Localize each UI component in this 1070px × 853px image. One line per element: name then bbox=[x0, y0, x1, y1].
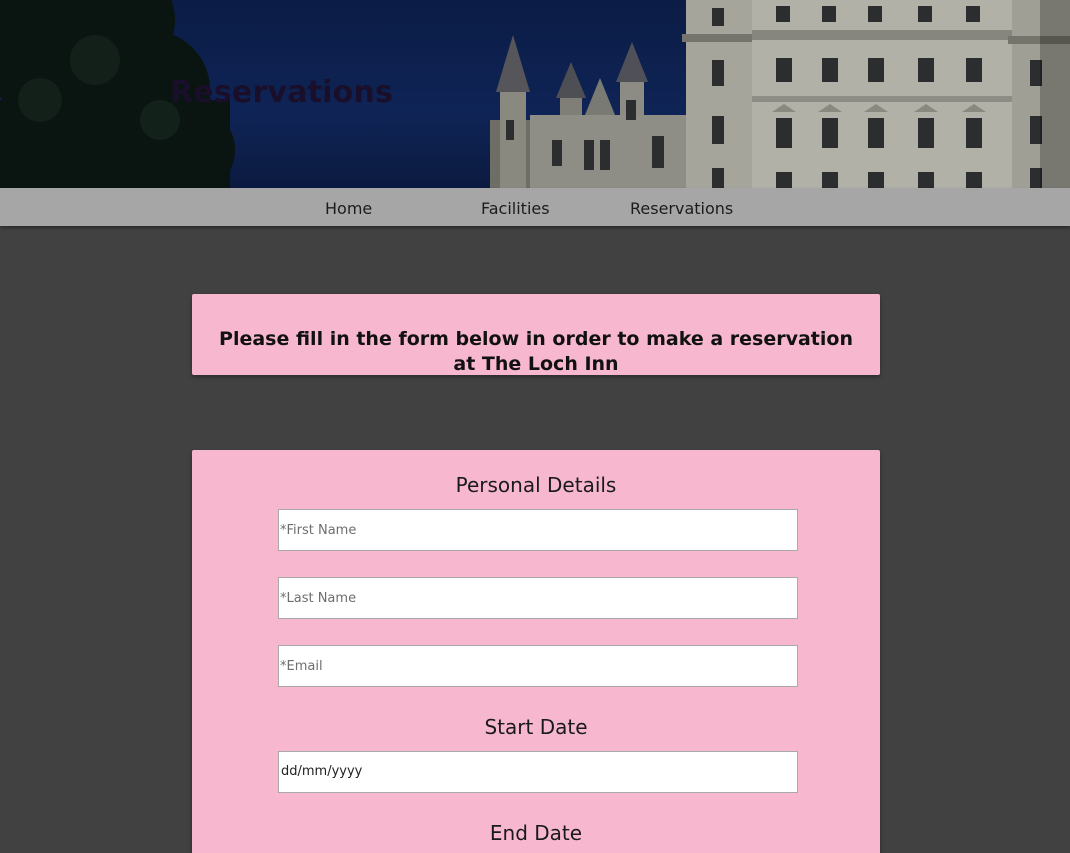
notice-text: Please fill in the form below in order t… bbox=[219, 328, 853, 375]
start-date-input[interactable]: dd/mm/yyyy bbox=[278, 751, 798, 793]
castle-photo bbox=[0, 0, 1070, 188]
nav-item-reservations[interactable]: Reservations bbox=[630, 188, 733, 226]
nav-bar: Home Facilities Reservations bbox=[0, 188, 1070, 226]
nav-item-facilities[interactable]: Facilities bbox=[481, 188, 550, 226]
header-banner: Reservations bbox=[0, 0, 1070, 188]
personal-details-heading: Personal Details bbox=[455, 473, 617, 497]
page-title: Reservations bbox=[170, 75, 394, 110]
page: Reservations Home Facilities Reservation… bbox=[0, 0, 1070, 853]
last-name-input[interactable] bbox=[278, 577, 798, 619]
nav-item-home[interactable]: Home bbox=[325, 188, 372, 226]
first-name-input[interactable] bbox=[278, 509, 798, 551]
end-date-heading: End Date bbox=[489, 821, 583, 845]
email-input[interactable] bbox=[278, 645, 798, 687]
start-date-heading: Start Date bbox=[484, 715, 588, 739]
reservation-form: Personal Details Start Date dd/mm/yyyy E… bbox=[192, 450, 880, 853]
notice-card: Please fill in the form below in order t… bbox=[192, 294, 880, 375]
